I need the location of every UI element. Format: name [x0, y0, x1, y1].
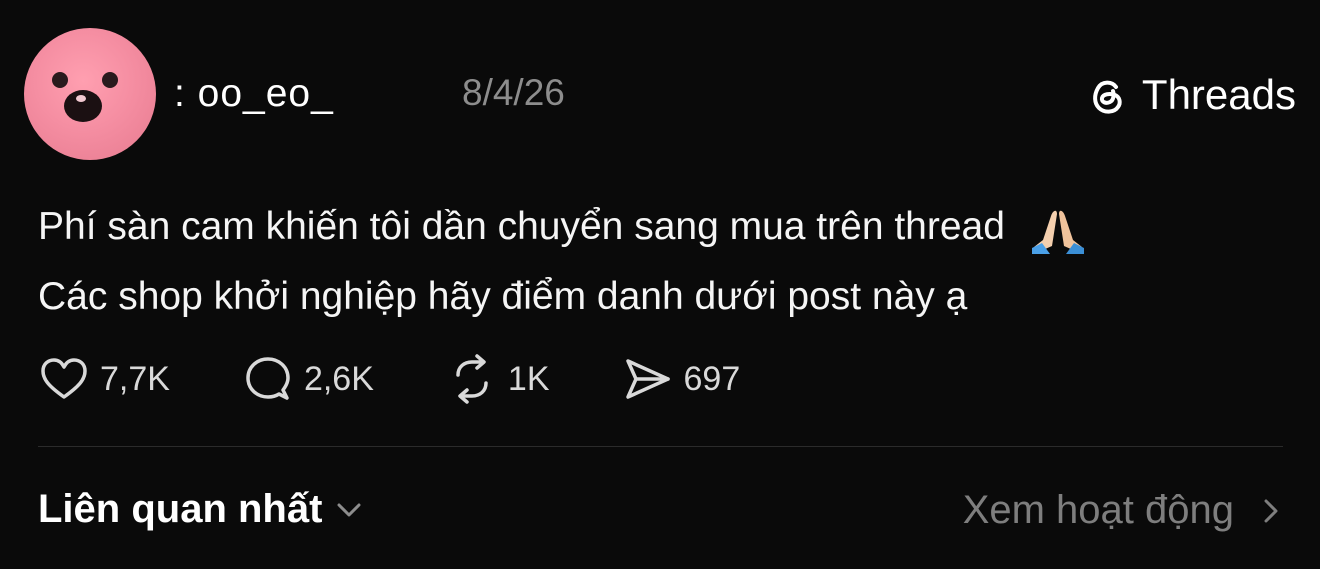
post-text-line-2: Các shop khởi nghiệp hãy điểm danh dưới … — [38, 262, 1288, 332]
threads-brand: Threads — [1086, 70, 1296, 120]
avatar[interactable] — [24, 28, 156, 160]
share-button[interactable]: 697 — [622, 353, 741, 405]
folded-hands-emoji-icon — [1031, 210, 1084, 254]
post-content: Phí sàn cam khiến tôi dần chuyển sang mu… — [38, 192, 1288, 332]
post-actions: 7,7K 2,6K 1K 697 — [38, 354, 812, 404]
post-timestamp: 8/4/26 — [462, 72, 565, 113]
comment-count: 2,6K — [303, 359, 374, 398]
post-text-line-2-text: Các shop khởi nghiệp hãy điểm danh dưới … — [38, 275, 968, 318]
share-count: 697 — [683, 359, 741, 398]
like-count: 7,7K — [100, 359, 170, 398]
username[interactable]: : oo_eo_ — [174, 72, 334, 116]
repost-button[interactable]: 1K — [446, 353, 550, 405]
divider — [38, 446, 1283, 447]
heart-icon — [41, 358, 87, 399]
repost-count: 1K — [507, 359, 550, 398]
avatar-eye-left — [52, 72, 68, 88]
like-button[interactable]: 7,7K — [38, 353, 170, 405]
repost-icon — [456, 354, 488, 404]
sort-label: Liên quan nhất — [38, 487, 323, 531]
activity-label: Xem hoạt động — [962, 488, 1234, 532]
avatar-eye-right — [102, 72, 118, 88]
app-name: Threads — [1141, 71, 1296, 118]
comment-icon — [246, 357, 290, 400]
avatar-nose — [64, 90, 102, 122]
post-text-line-1: Phí sàn cam khiến tôi dần chuyển sang mu… — [38, 192, 1288, 262]
chevron-right-icon — [1264, 499, 1278, 522]
view-activity-link[interactable]: Xem hoạt động — [963, 488, 1286, 533]
send-icon — [625, 359, 670, 399]
post-header: : oo_eo_ 8/4/26 Threads — [24, 28, 1296, 160]
sort-dropdown[interactable]: Liên quan nhất — [38, 487, 366, 532]
post-text-line-1-text: Phí sàn cam khiến tôi dần chuyển sang mu… — [38, 205, 1005, 248]
chevron-down-icon — [337, 503, 361, 516]
threads-logo-icon — [1093, 80, 1122, 114]
comment-button[interactable]: 2,6K — [242, 353, 374, 405]
